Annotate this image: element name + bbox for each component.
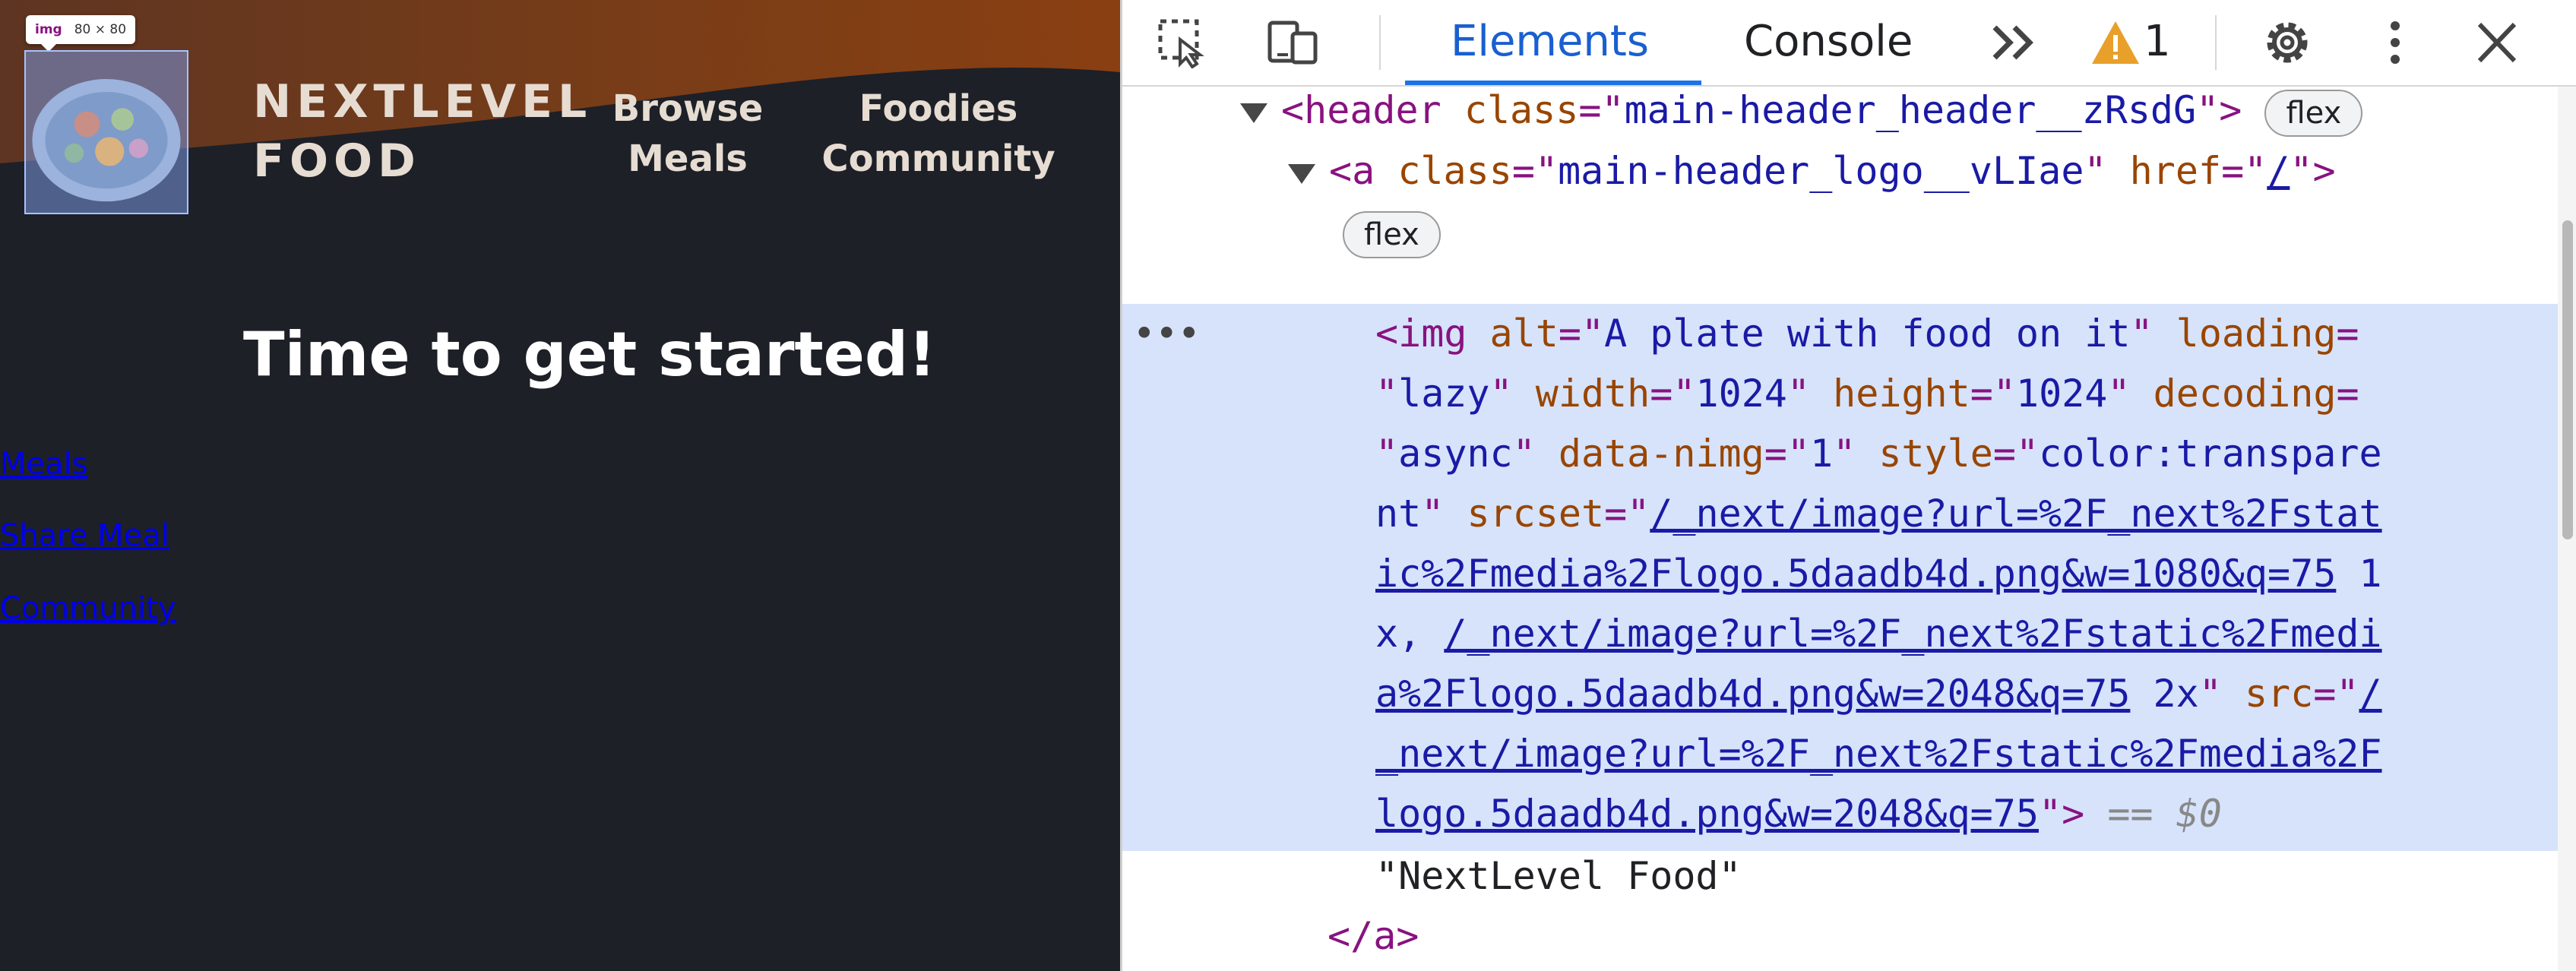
tab-elements[interactable]: Elements [1451,15,1649,68]
srcset-link-1-cont[interactable]: ic%2Fmedia%2Flogo.5daadb4d.png&w=1080&q=… [1375,552,2336,596]
dom-node-img-line-6[interactable]: x, /_next/image?url=%2F_next%2Fstatic%2F… [1375,604,2576,664]
tab-console[interactable]: Console [1744,15,1913,68]
dom-node-anchor-close[interactable]: </a> [1328,906,2576,966]
toolbar-separator [2215,15,2217,70]
expand-triangle-icon[interactable] [1240,103,1267,123]
dom-node-img-line-9[interactable]: logo.5daadb4d.png&w=2048&q=75"> == $0 [1375,784,2576,844]
settings-icon[interactable] [2261,17,2314,68]
src-link-cont[interactable]: _next/image?url=%2F_next%2Fstatic%2Fmedi… [1375,732,2382,776]
dom-node-img-line-4[interactable]: nt" srcset="/_next/image?url=%2F_next%2F… [1375,484,2576,544]
srcset-link-2[interactable]: /_next/image?url=%2F_next%2Fstatic%2Fmed… [1444,612,2381,656]
active-tab-indicator [1405,81,1701,85]
dom-node-img-line-5[interactable]: ic%2Fmedia%2Flogo.5daadb4d.png&w=1080&q=… [1375,544,2576,604]
nav-link-browse-meals[interactable]: Browse Meals [578,84,798,184]
brand-name-line-1[interactable]: NEXTLEVEL [253,79,592,125]
srcset-link-2-cont[interactable]: a%2Flogo.5daadb4d.png&w=2048&q=75 [1375,672,2130,716]
dom-node-img-line-1[interactable]: <img alt="A plate with food on it" loadi… [1375,304,2576,364]
warning-count[interactable]: 1 [2144,15,2171,68]
srcset-link-1[interactable]: /_next/image?url=%2F_next%2Fstat [1650,492,2381,536]
anchor-flex-row: flex [1343,202,2576,262]
expand-triangle-icon[interactable] [1288,163,1315,184]
dom-text-node[interactable]: "NextLevel Food" [1375,846,2576,906]
toolbar-separator [1379,15,1381,70]
page-viewport: img 80 × 80 NEXTLEVEL FOOD Browse Meals F… [0,0,1120,971]
dom-node-img-line-3[interactable]: "async" data-nimg="1" style="color:trans… [1375,424,2576,484]
warning-icon[interactable] [2089,17,2142,68]
link-share-meal[interactable]: Share Meal [0,518,169,553]
link-meals[interactable]: Meals [0,447,88,482]
device-toolbar-icon[interactable] [1267,17,1320,68]
logo-image[interactable] [24,50,188,214]
link-community[interactable]: Community [0,591,176,626]
dom-node-header[interactable]: <header class="main-header_header__zRsdG… [1240,87,2576,141]
devtools-panel: Elements Console 1 ••• <header class="ma… [1120,0,2576,971]
src-link-end[interactable]: logo.5daadb4d.png&w=2048&q=75 [1375,792,2039,836]
dom-node-anchor[interactable]: <a class="main-header_logo__vLIae" href=… [1288,141,2576,201]
nav-link-foodies-community[interactable]: Foodies Community [821,84,1056,184]
tooltip-size: 80 × 80 [74,22,127,37]
more-tabs-icon[interactable] [1987,17,2040,68]
selected-node-marker: == $0 [2107,792,2222,836]
more-options-icon[interactable] [2369,17,2422,68]
tooltip-tag: img [35,22,62,37]
dom-node-img-line-2[interactable]: "lazy" width="1024" height="1024" decodi… [1375,364,2576,424]
plate-icon [32,79,181,202]
brand-name-line-2[interactable]: FOOD [253,138,421,184]
page-title: Time to get started! [243,319,936,390]
dom-node-img-line-7[interactable]: a%2Flogo.5daadb4d.png&w=2048&q=75 2x" sr… [1375,664,2576,724]
flex-badge[interactable]: flex [2264,89,2363,137]
dom-tree: ••• <header class="main-header_header__z… [1122,87,2576,971]
inspect-element-icon[interactable] [1156,17,1209,69]
close-icon[interactable] [2470,17,2524,68]
dom-node-img-line-8[interactable]: _next/image?url=%2F_next%2Fstatic%2Fmedi… [1375,724,2576,784]
element-tooltip: img 80 × 80 [26,15,136,52]
devtools-toolbar: Elements Console 1 [1122,0,2576,87]
flex-badge[interactable]: flex [1343,210,1441,258]
src-link[interactable]: / [2359,672,2381,716]
scrollbar-thumb[interactable] [2562,220,2573,539]
node-actions-icon[interactable]: ••• [1133,304,1200,364]
